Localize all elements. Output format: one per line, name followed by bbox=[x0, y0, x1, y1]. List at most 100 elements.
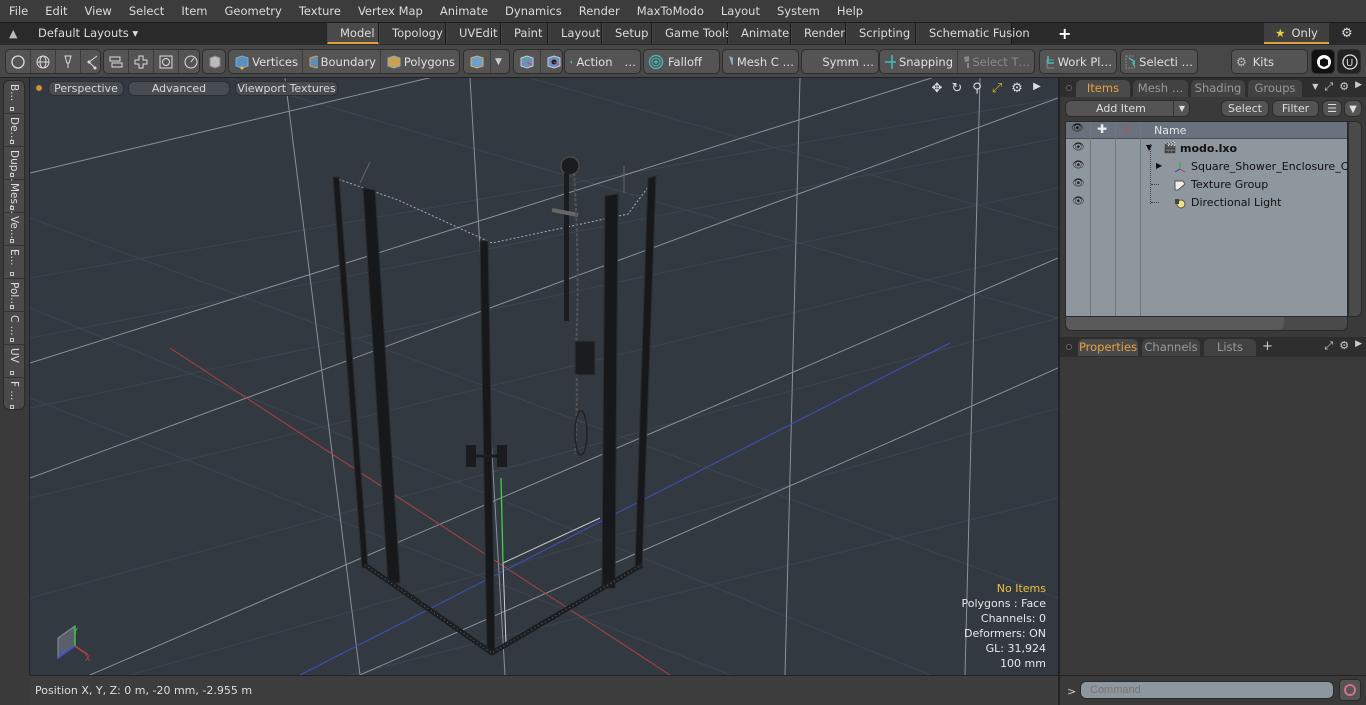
eye-icon[interactable]: 👁 bbox=[1072, 160, 1085, 171]
maximize-icon[interactable]: ⤢ bbox=[990, 81, 1004, 96]
vtab-duplicate[interactable]: Dup... bbox=[4, 147, 24, 181]
menu-render[interactable]: Render bbox=[570, 4, 628, 18]
pen-button[interactable] bbox=[56, 50, 81, 73]
list-item-directional-light[interactable]: 👁 Directional Light bbox=[1066, 194, 1347, 212]
panel-gear-icon[interactable]: ⚙ bbox=[1339, 80, 1349, 94]
menu-select[interactable]: Select bbox=[120, 4, 172, 18]
tab-uvedit[interactable]: UVEdit bbox=[446, 23, 501, 44]
menu-help[interactable]: Help bbox=[828, 4, 871, 18]
align-button[interactable] bbox=[104, 50, 129, 73]
tab-schematic-fusion[interactable]: Schematic Fusion bbox=[916, 23, 1030, 44]
boundary-button[interactable]: Boundary bbox=[303, 50, 381, 73]
tab-mesh[interactable]: Mesh … bbox=[1133, 80, 1188, 97]
menu-edit[interactable]: Edit bbox=[36, 4, 75, 18]
vertices-button[interactable]: Vertices bbox=[229, 50, 303, 73]
only-toggle[interactable]: ★ Only bbox=[1264, 23, 1329, 44]
eye-icon[interactable]: 👁 bbox=[1072, 142, 1085, 153]
falloff-button[interactable]: Falloff bbox=[644, 50, 719, 73]
panel-arrow-icon[interactable]: ▶ bbox=[1355, 80, 1362, 94]
name-column-header[interactable]: Name bbox=[1154, 124, 1186, 137]
shower-enclosure-model[interactable] bbox=[332, 156, 657, 656]
menu-layout[interactable]: Layout bbox=[712, 4, 768, 18]
scene-canvas[interactable]: Y X Z bbox=[30, 78, 1058, 675]
rotate-icon[interactable]: ↻ bbox=[950, 81, 964, 96]
symmetry-button[interactable]: Symm … bbox=[802, 50, 878, 73]
tabs-dropdown-icon[interactable]: ▼ bbox=[1312, 82, 1318, 94]
command-input[interactable] bbox=[1080, 681, 1334, 699]
eye-icon[interactable]: 👁 bbox=[1072, 178, 1085, 189]
menu-geometry[interactable]: Geometry bbox=[216, 4, 290, 18]
vtab-curve[interactable]: C ... bbox=[4, 312, 24, 345]
material-mode-button[interactable] bbox=[464, 50, 491, 73]
globe-button[interactable] bbox=[31, 50, 56, 73]
gear-icon[interactable]: ⚙ bbox=[1341, 26, 1353, 41]
circle-select-button[interactable] bbox=[6, 50, 31, 73]
panel-gear-icon[interactable]: ⚙ bbox=[1339, 339, 1349, 353]
list-item-scene[interactable]: 👁 ▼ 🎬 modo.lxo bbox=[1066, 140, 1347, 158]
tab-scripting[interactable]: Scripting bbox=[846, 23, 916, 44]
item-list-horizontal-scrollbar[interactable] bbox=[1065, 317, 1348, 331]
item-mode-button[interactable] bbox=[203, 50, 227, 73]
frame-button[interactable] bbox=[154, 50, 179, 73]
viewport-menu-dot[interactable] bbox=[36, 85, 42, 91]
viewport-gear-icon[interactable]: ⚙ bbox=[1010, 81, 1024, 96]
unity-button[interactable] bbox=[1312, 50, 1336, 73]
expand-arrow-icon[interactable]: ▶ bbox=[1030, 81, 1044, 96]
tab-lists[interactable]: Lists bbox=[1204, 339, 1256, 356]
mesh-constraint-button[interactable]: Mesh C … bbox=[723, 50, 798, 73]
panel-menu-dot[interactable] bbox=[1066, 85, 1072, 91]
vtab-polygon[interactable]: Pol... bbox=[4, 279, 24, 312]
visibility-column-icon[interactable]: 👁 bbox=[1071, 123, 1084, 134]
polygons-button[interactable]: Polygons bbox=[381, 50, 459, 73]
menu-vertex-map[interactable]: Vertex Map bbox=[349, 4, 431, 18]
panel-arrow-icon[interactable]: ▶ bbox=[1355, 339, 1362, 353]
material-mode-dropdown[interactable]: ▼ bbox=[491, 50, 506, 73]
tab-items[interactable]: Items bbox=[1076, 80, 1130, 97]
tab-game-tools[interactable]: Game Tools bbox=[652, 23, 731, 44]
lock-column-icon[interactable]: ✚ bbox=[1097, 122, 1107, 136]
tab-model[interactable]: Model bbox=[327, 23, 379, 44]
filter-funnel-button[interactable]: ▼ bbox=[1344, 100, 1362, 117]
vtab-fusion[interactable]: F ... bbox=[4, 378, 24, 411]
tab-channels[interactable]: Channels bbox=[1142, 339, 1200, 356]
tab-render[interactable]: Render bbox=[791, 23, 846, 44]
lasso-button[interactable] bbox=[81, 50, 105, 73]
collapse-up-icon[interactable]: ▲ bbox=[9, 27, 21, 40]
zoom-icon[interactable]: ⚲ bbox=[970, 81, 984, 96]
filter-button[interactable]: Filter bbox=[1272, 100, 1319, 117]
list-options-button[interactable]: ☰ bbox=[1322, 100, 1342, 117]
tab-topology[interactable]: Topology bbox=[379, 23, 446, 44]
tab-groups[interactable]: Groups bbox=[1248, 80, 1302, 97]
viewport-textures-button[interactable]: Viewport Textures bbox=[235, 81, 338, 96]
menu-view[interactable]: View bbox=[76, 4, 120, 18]
vtab-vertex[interactable]: Ve... bbox=[4, 213, 24, 246]
add-item-button[interactable]: Add Item ▼ bbox=[1065, 100, 1190, 117]
add-tab-button[interactable]: + bbox=[1058, 24, 1071, 43]
select-through-button[interactable]: Select T… bbox=[958, 50, 1034, 73]
vtab-uv[interactable]: UV bbox=[4, 345, 24, 378]
expand-arrow-icon[interactable]: ▶ bbox=[1156, 161, 1162, 170]
select-button[interactable]: Select bbox=[1221, 100, 1269, 117]
item-list-vertical-scrollbar[interactable] bbox=[1348, 121, 1362, 317]
command-record-button[interactable] bbox=[1339, 679, 1361, 701]
menu-file[interactable]: File bbox=[0, 4, 36, 18]
maximize-panel-icon[interactable]: ⤢ bbox=[1324, 339, 1333, 353]
eye-icon[interactable]: 👁 bbox=[1072, 196, 1085, 207]
tab-shading[interactable]: Shading bbox=[1191, 80, 1245, 97]
scrollbar-thumb[interactable] bbox=[1066, 317, 1284, 330]
locator-column-icon[interactable]: ⊥ bbox=[1122, 122, 1132, 135]
perspective-button[interactable]: Perspective bbox=[48, 81, 124, 96]
list-item-texture-group[interactable]: 👁 Texture Group bbox=[1066, 176, 1347, 194]
menu-dynamics[interactable]: Dynamics bbox=[496, 4, 570, 18]
vtab-edge[interactable]: E... bbox=[4, 246, 24, 279]
unreal-button[interactable]: U bbox=[1338, 50, 1362, 73]
menu-maxtomodo[interactable]: MaxToModo bbox=[628, 4, 712, 18]
snapping-button[interactable]: Snapping bbox=[880, 50, 958, 73]
kits-button[interactable]: ⚙ Kits bbox=[1232, 50, 1307, 73]
menu-item[interactable]: Item bbox=[172, 4, 215, 18]
dial-button[interactable] bbox=[179, 50, 203, 73]
list-item-mesh[interactable]: 👁 ▶ Square_Shower_Enclosure_C… bbox=[1066, 144, 1359, 204]
menu-texture[interactable]: Texture bbox=[290, 4, 349, 18]
vtab-deform[interactable]: De... bbox=[4, 114, 24, 147]
advanced-button[interactable]: Advanced bbox=[128, 81, 230, 96]
